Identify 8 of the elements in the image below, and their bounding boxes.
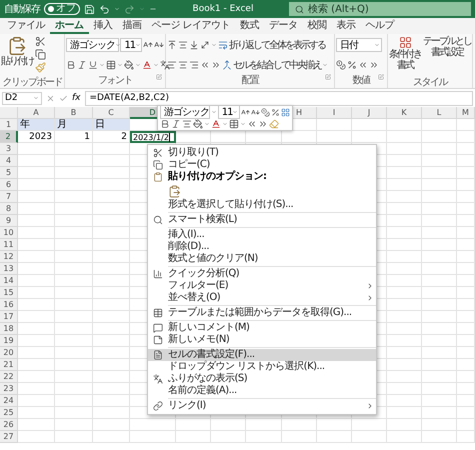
group-label: 配置 xyxy=(242,74,258,86)
group-label: クリップボード xyxy=(2,76,62,88)
group-label: スタイル xyxy=(413,76,447,88)
menu-section-header: 貼り付けのオプション: xyxy=(168,171,266,183)
window-title: Book1 - Excel xyxy=(192,4,254,14)
autosave-label: 自動保存 xyxy=(4,3,40,16)
group-label: 数値 xyxy=(352,74,370,86)
group-label: フォント xyxy=(98,74,132,86)
